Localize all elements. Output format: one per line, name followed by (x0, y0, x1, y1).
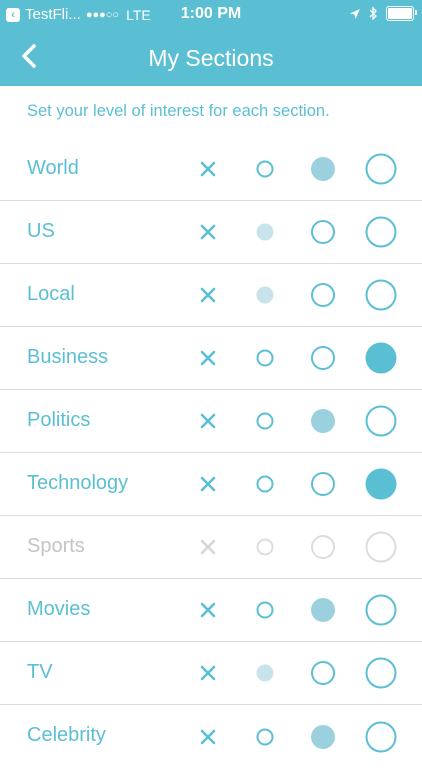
section-name: Politics (27, 409, 91, 431)
location-arrow-icon (350, 8, 360, 19)
interest-none-button[interactable] (198, 411, 218, 431)
section-name: Technology (27, 472, 129, 494)
interest-level-medium-button[interactable] (311, 724, 335, 749)
close-icon (200, 539, 216, 555)
interest-level-high-button[interactable] (365, 721, 397, 752)
battery-fill (388, 8, 412, 19)
section-list: World US Local Business Politics Technology Sp… (0, 138, 422, 768)
interest-level-low-button[interactable] (256, 475, 274, 493)
interest-none-button[interactable] (198, 222, 218, 242)
section-row-world: World (0, 138, 422, 201)
interest-level-low-button[interactable] (256, 286, 274, 304)
close-icon (200, 729, 216, 744)
interest-level-medium-button[interactable] (311, 157, 335, 181)
interest-level-low-button[interactable] (256, 601, 274, 619)
interest-level-high-button[interactable] (365, 594, 397, 626)
interest-level-medium-button[interactable] (311, 346, 335, 370)
interest-level-medium-button[interactable] (311, 472, 335, 496)
interest-level-medium-button[interactable] (311, 598, 335, 622)
section-name: World (27, 157, 79, 179)
section-row-tv: TV (0, 642, 422, 705)
close-icon (200, 413, 216, 429)
section-row-sports: Sports (0, 516, 422, 579)
interest-level-high-button[interactable] (365, 342, 397, 374)
section-row-movies: Movies (0, 579, 422, 642)
interest-none-button[interactable] (198, 727, 218, 747)
interest-level-low-button[interactable] (256, 223, 274, 241)
interest-none-button[interactable] (198, 159, 218, 179)
interest-level-high-button[interactable] (365, 468, 397, 500)
status-right (349, 6, 417, 21)
section-row-technology: Technology (0, 453, 422, 516)
close-icon (200, 602, 216, 618)
interest-level-low-button[interactable] (256, 412, 274, 430)
section-name: US (27, 220, 55, 242)
interest-level-low-button[interactable] (256, 160, 274, 178)
close-icon (200, 665, 216, 681)
interest-none-button[interactable] (198, 285, 218, 305)
section-name: TV (27, 661, 53, 683)
section-row-celebrity: Celebrity (0, 705, 422, 768)
interest-level-high-button[interactable] (365, 531, 397, 563)
close-icon (200, 287, 216, 303)
interest-level-high-button[interactable] (365, 279, 397, 311)
status-bar: ‹ TestFli... ●●●○○ LTE 1:00 PM (0, 0, 422, 30)
interest-none-button[interactable] (198, 348, 218, 368)
close-icon (200, 224, 216, 240)
interest-level-low-button[interactable] (256, 664, 274, 682)
interest-none-button[interactable] (198, 537, 218, 557)
bluetooth-icon (369, 6, 377, 21)
interest-level-medium-button[interactable] (311, 661, 335, 685)
section-name: Business (27, 346, 109, 368)
section-name: Celebrity (27, 724, 106, 746)
interest-level-high-button[interactable] (365, 405, 397, 437)
interest-level-low-button[interactable] (256, 538, 274, 556)
close-icon (200, 476, 216, 492)
section-name: Sports (27, 535, 85, 557)
interest-level-low-button[interactable] (256, 728, 274, 745)
section-row-us: US (0, 201, 422, 264)
interest-none-button[interactable] (198, 663, 218, 683)
section-name: Local (27, 283, 75, 305)
interest-level-medium-button[interactable] (311, 283, 335, 307)
header: ‹ TestFli... ●●●○○ LTE 1:00 PM My Sectio… (0, 0, 422, 86)
close-icon (200, 161, 216, 177)
interest-level-high-button[interactable] (365, 657, 397, 689)
interest-level-medium-button[interactable] (311, 409, 335, 433)
page-title: My Sections (148, 45, 274, 71)
nav-bar: My Sections (0, 30, 422, 86)
interest-level-high-button[interactable] (365, 216, 397, 248)
interest-none-button[interactable] (198, 600, 218, 620)
close-icon (200, 350, 216, 366)
section-row-politics: Politics (0, 390, 422, 453)
interest-level-low-button[interactable] (256, 349, 274, 367)
instruction-text: Set your level of interest for each sect… (27, 102, 330, 120)
interest-none-button[interactable] (198, 474, 218, 494)
section-row-business: Business (0, 327, 422, 390)
interest-level-high-button[interactable] (365, 153, 397, 185)
battery-icon (386, 6, 417, 21)
section-row-local: Local (0, 264, 422, 327)
interest-level-medium-button[interactable] (311, 220, 335, 244)
interest-level-medium-button[interactable] (311, 535, 335, 559)
section-name: Movies (27, 598, 91, 620)
